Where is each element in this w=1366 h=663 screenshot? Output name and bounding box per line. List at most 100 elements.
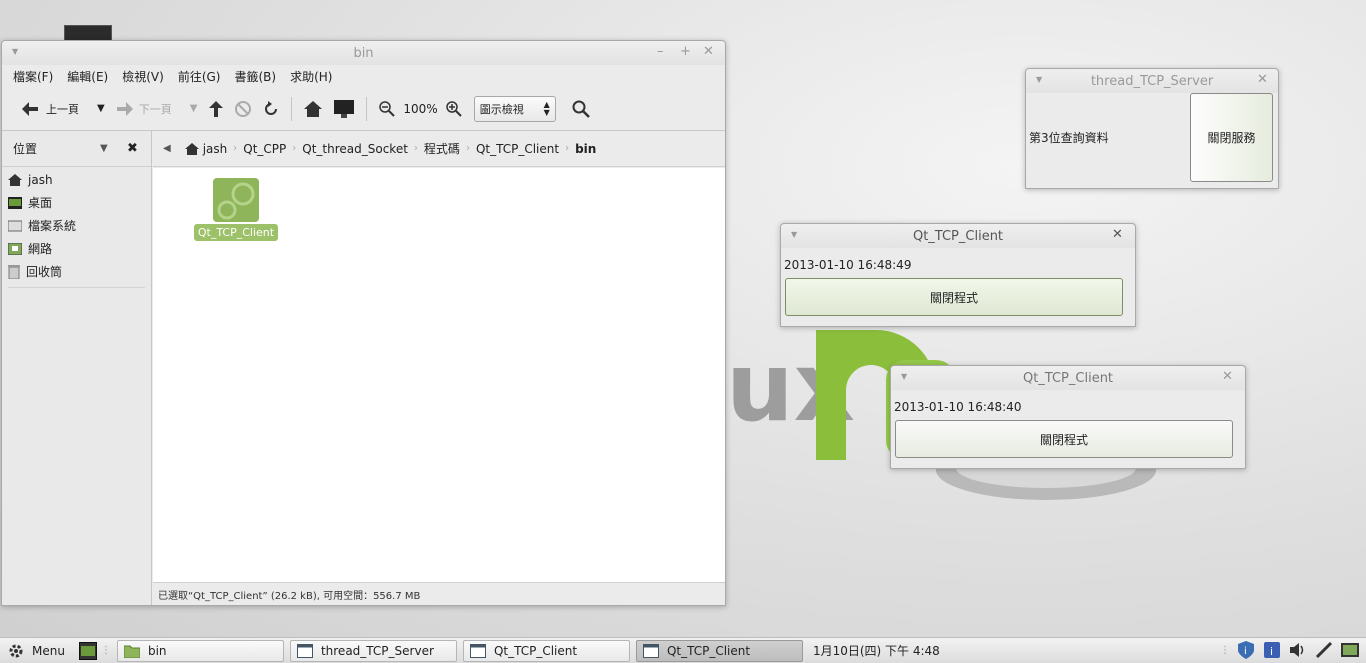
- sidebar-item-trash[interactable]: 回收筒: [2, 260, 151, 283]
- reload-button[interactable]: [257, 94, 285, 124]
- menu-bookmarks[interactable]: 書籤(B): [234, 68, 276, 85]
- spinner-icon: ▲ ▼: [543, 99, 550, 117]
- window-menu-icon[interactable]: ▼: [791, 230, 797, 239]
- reload-icon: [265, 100, 278, 115]
- menu-edit[interactable]: 編輯(E): [67, 68, 108, 85]
- taskbar: Menu ⋮ bin thread_TCP_Server Qt_TCP_Clie…: [0, 637, 1366, 663]
- close-icon[interactable]: ✕: [703, 44, 714, 59]
- gear-icon: [9, 644, 23, 657]
- task-client-2[interactable]: Qt_TCP_Client: [635, 639, 803, 662]
- system-tray: ⋮ i i: [1220, 640, 1360, 660]
- desktop-icon: [8, 196, 22, 209]
- desktop-icon: [80, 645, 95, 656]
- executable-icon: [213, 178, 259, 222]
- info-icon[interactable]: i: [1262, 640, 1282, 660]
- breadcrumb-item[interactable]: 程式碼: [418, 140, 466, 157]
- zoom-out-button[interactable]: [373, 94, 401, 124]
- svg-text:i: i: [1270, 645, 1273, 658]
- stop-service-button[interactable]: 關閉服務: [1190, 93, 1273, 182]
- stop-button[interactable]: [229, 94, 257, 124]
- window-icon: [642, 643, 659, 658]
- menu-go[interactable]: 前往(G): [178, 68, 221, 85]
- window-title: thread_TCP_Server: [1090, 73, 1214, 89]
- sidebar-item-desktop[interactable]: 桌面: [2, 191, 151, 214]
- timestamp: 2013-01-10 16:48:49: [784, 258, 912, 272]
- window-menu-icon[interactable]: ▼: [1036, 75, 1042, 84]
- sidebar-item-filesystem[interactable]: 檔案系統: [2, 214, 151, 237]
- sidebar-close-icon[interactable]: ✖: [127, 141, 138, 156]
- task-client-1[interactable]: Qt_TCP_Client: [462, 639, 630, 662]
- maximize-icon[interactable]: +: [680, 44, 691, 59]
- stop-icon: [235, 100, 252, 117]
- svg-text:i: i: [1244, 646, 1247, 657]
- server-titlebar[interactable]: ▼ thread_TCP_Server ✕: [1026, 69, 1278, 93]
- back-label: 上一頁: [46, 102, 79, 116]
- sidebar-item-network[interactable]: 網路: [2, 237, 151, 260]
- panel-separator-icon: ⋮: [100, 645, 111, 656]
- breadcrumb-item[interactable]: Qt_CPP: [237, 142, 292, 156]
- window-menu-icon[interactable]: ▼: [901, 372, 907, 381]
- status-bar: 已選取“Qt_TCP_Client” (26.2 kB), 可用空間：556.7…: [153, 582, 725, 605]
- menu-help[interactable]: 求助(H): [290, 68, 332, 85]
- client-titlebar[interactable]: ▼ Qt_TCP_Client ✕: [781, 224, 1135, 248]
- forward-label: 下一頁: [138, 102, 172, 116]
- home-icon: [8, 173, 22, 186]
- close-icon[interactable]: ✕: [1257, 72, 1268, 87]
- start-menu-button[interactable]: Menu: [0, 643, 65, 659]
- menu-label: Menu: [32, 643, 65, 658]
- clock[interactable]: 1月10日(四) 下午 4:48: [813, 642, 940, 659]
- breadcrumb: ◀ jash › Qt_CPP › Qt_thread_Socket › 程式碼…: [153, 131, 725, 167]
- menu-file[interactable]: 檔案(F): [13, 68, 53, 85]
- home-button[interactable]: [298, 94, 328, 124]
- sidebar-item-label: 網路: [28, 242, 53, 256]
- breadcrumb-item[interactable]: jash: [179, 142, 234, 156]
- window-title: Qt_TCP_Client: [912, 228, 1004, 244]
- menu-bar: 檔案(F) 編輯(E) 檢視(V) 前往(G) 書籤(B) 求助(H): [2, 65, 725, 87]
- trash-icon: [8, 264, 20, 279]
- network-cable-icon[interactable]: [1314, 640, 1334, 660]
- up-arrow-icon: [209, 100, 224, 117]
- back-history-icon[interactable]: ▼: [97, 103, 105, 114]
- drive-icon: [8, 220, 22, 231]
- sidebar-item-home[interactable]: jash: [2, 168, 151, 191]
- display-icon[interactable]: [1340, 640, 1360, 660]
- file-name: Qt_TCP_Client: [193, 224, 279, 241]
- client-titlebar[interactable]: ▼ Qt_TCP_Client ✕: [891, 366, 1245, 390]
- task-server[interactable]: thread_TCP_Server: [289, 639, 457, 662]
- desktop-widget: [64, 25, 112, 41]
- forward-history-icon[interactable]: ▼: [190, 103, 198, 114]
- close-icon[interactable]: ✕: [1112, 227, 1123, 242]
- sidebar-dropdown-icon[interactable]: ▼: [100, 143, 108, 154]
- breadcrumb-current[interactable]: bin: [569, 142, 602, 156]
- up-button[interactable]: [203, 94, 229, 124]
- zoom-in-button[interactable]: [440, 94, 468, 124]
- close-icon[interactable]: ✕: [1222, 369, 1233, 384]
- task-bin[interactable]: bin: [116, 639, 284, 662]
- file-manager-titlebar[interactable]: ▼ bin – + ✕: [2, 41, 725, 65]
- folder-icon: [123, 645, 140, 658]
- volume-icon[interactable]: [1288, 640, 1308, 660]
- minimize-icon[interactable]: –: [657, 44, 664, 59]
- back-button[interactable]: 上一頁 ▼: [16, 94, 111, 124]
- zoom-level: 100%: [403, 101, 438, 116]
- menu-view[interactable]: 檢視(V): [122, 68, 164, 85]
- file-view[interactable]: Qt_TCP_Client: [153, 168, 725, 582]
- close-program-button[interactable]: 關閉程式: [785, 278, 1123, 316]
- client-window-1: ▼ Qt_TCP_Client ✕ 2013-01-10 16:48:49 關閉…: [780, 223, 1136, 327]
- zoom-in-icon: [445, 100, 462, 117]
- view-mode-select[interactable]: 圖示檢視 ▲ ▼: [473, 95, 556, 122]
- show-desktop-button[interactable]: [78, 641, 97, 660]
- window-menu-icon[interactable]: ▼: [12, 47, 18, 56]
- breadcrumb-left-icon[interactable]: ◀: [163, 143, 171, 154]
- breadcrumb-item[interactable]: Qt_thread_Socket: [296, 142, 414, 156]
- query-label: 第3位查詢資料: [1029, 131, 1109, 145]
- back-arrow-icon: [22, 101, 38, 116]
- shield-icon[interactable]: i: [1236, 640, 1256, 660]
- forward-button[interactable]: 下一頁 ▼: [111, 94, 204, 124]
- sidebar-divider: [8, 287, 145, 288]
- file-item[interactable]: Qt_TCP_Client: [193, 178, 279, 241]
- search-button[interactable]: [566, 94, 596, 124]
- computer-button[interactable]: [328, 94, 360, 124]
- breadcrumb-item[interactable]: Qt_TCP_Client: [470, 142, 565, 156]
- close-program-button[interactable]: 關閉程式: [895, 420, 1233, 458]
